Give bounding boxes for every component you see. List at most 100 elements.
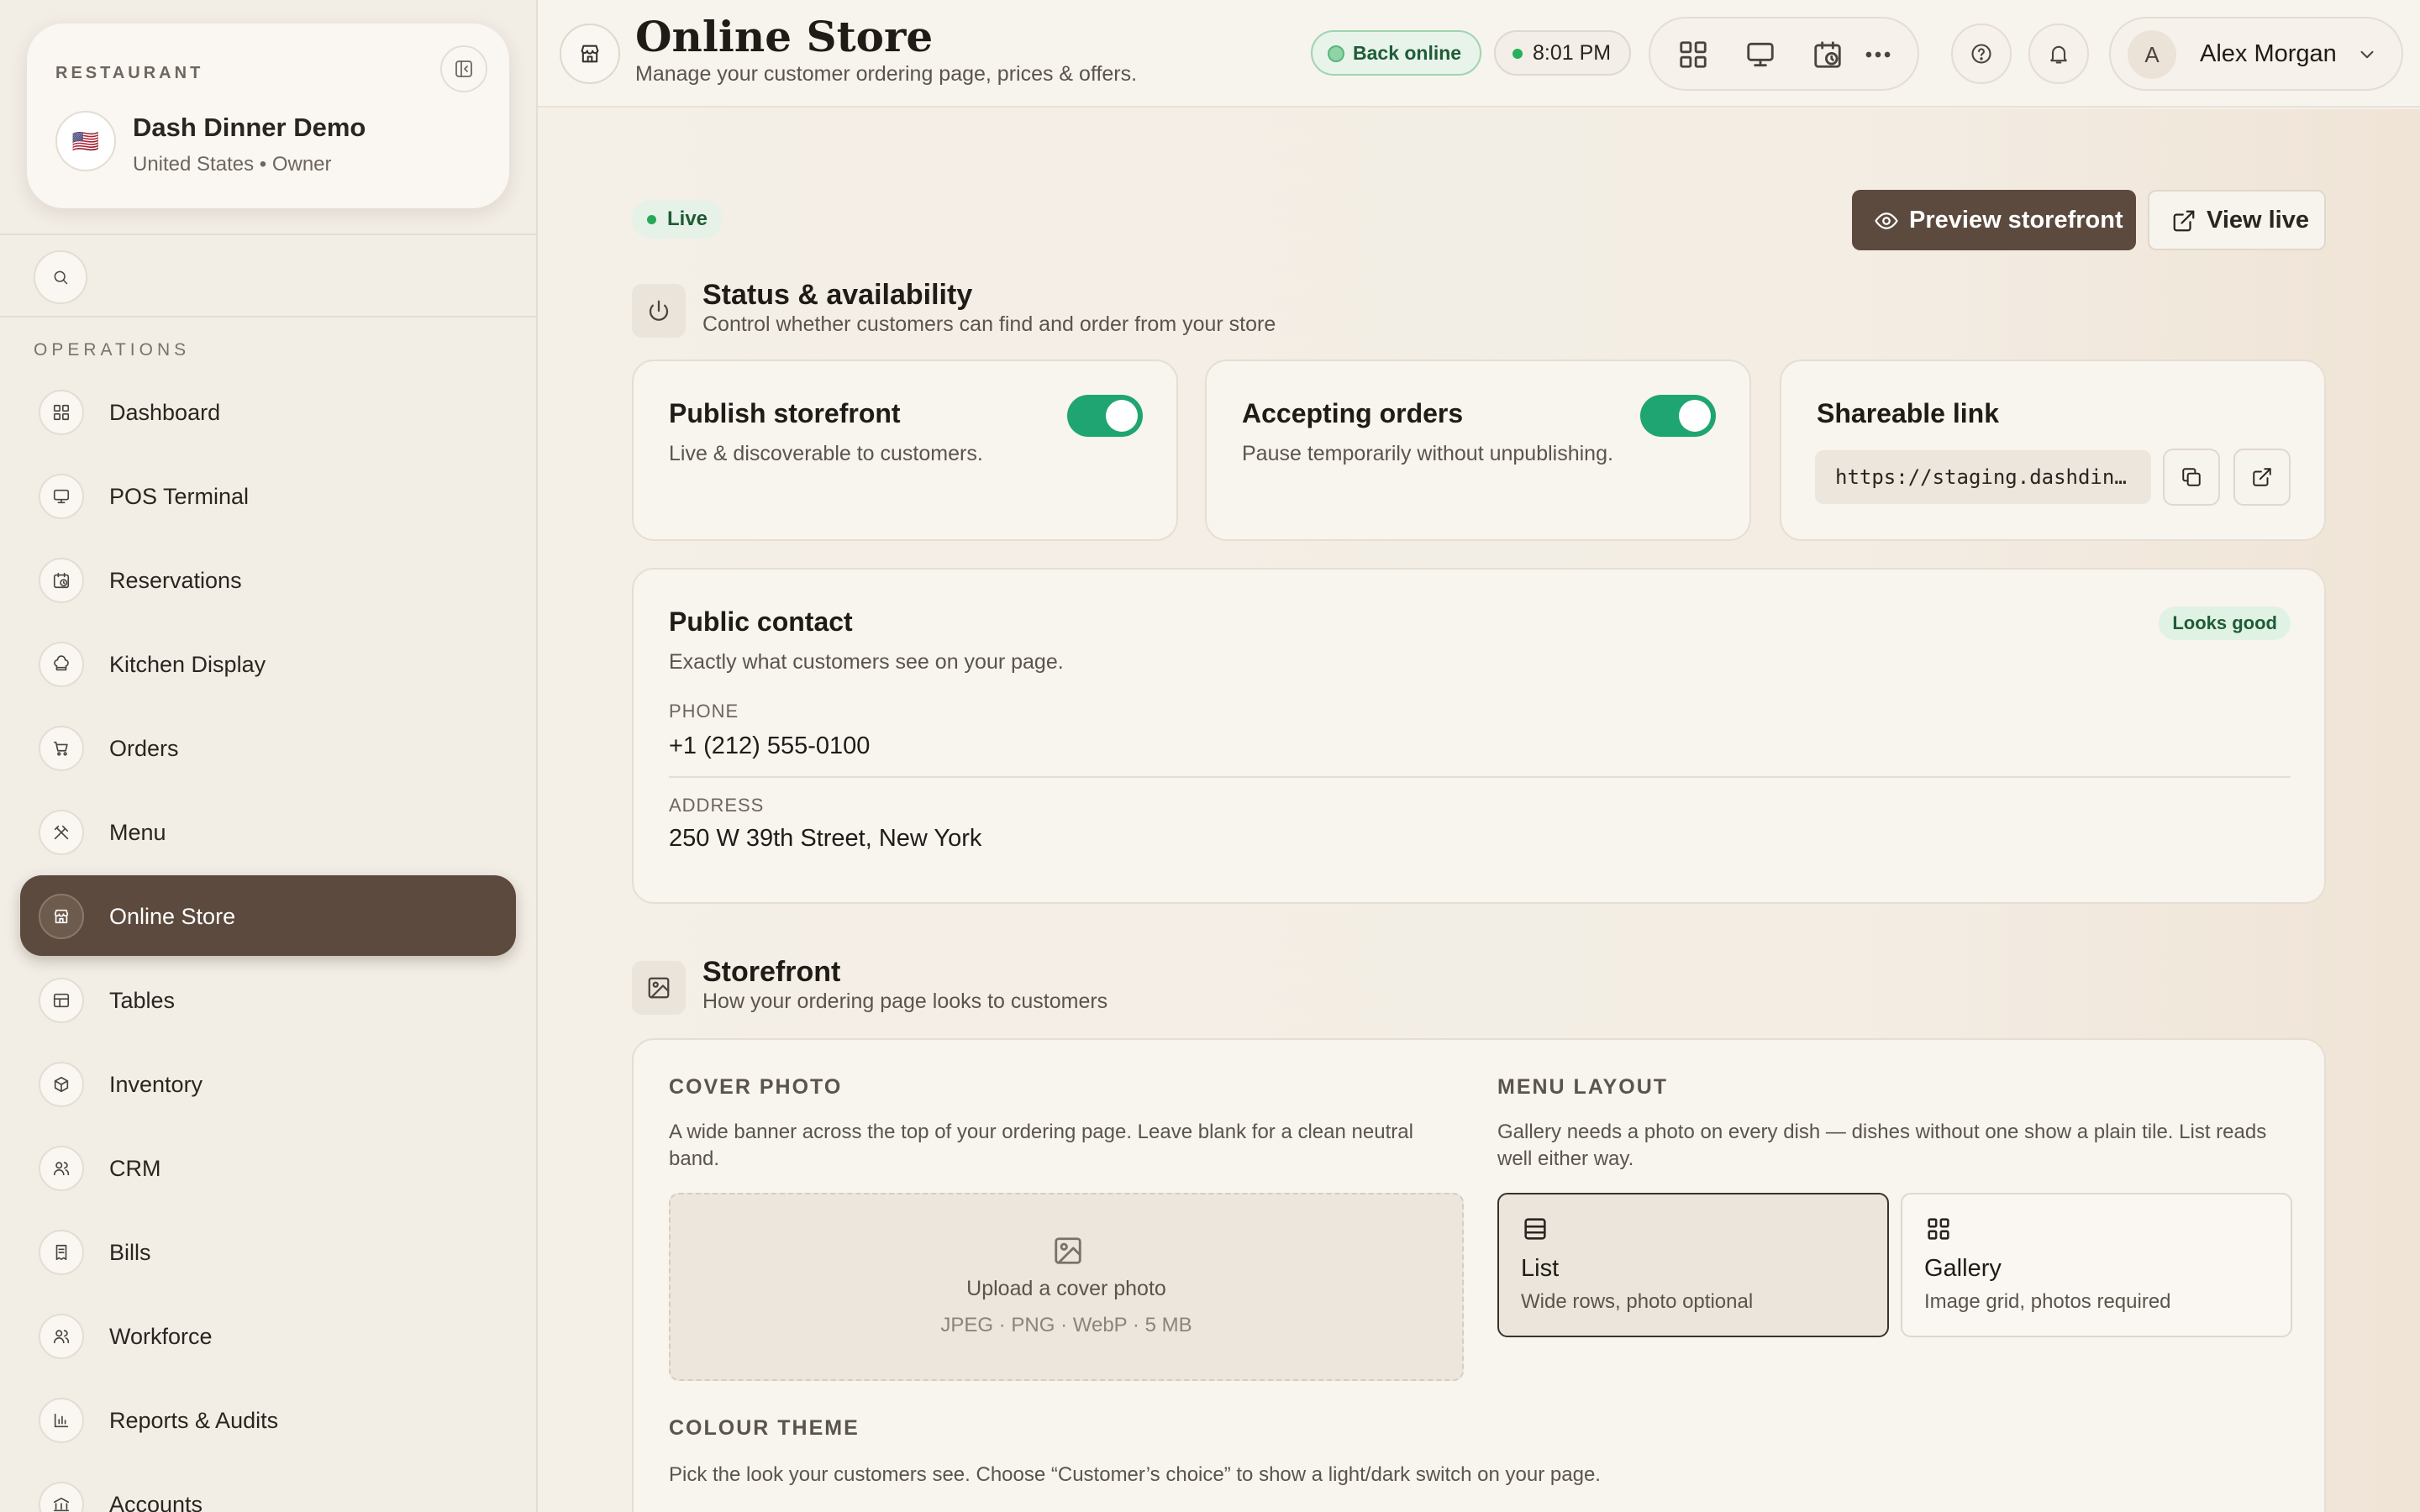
accepting-orders-desc: Pause temporarily without unpublishing. — [1242, 442, 1613, 465]
sidebar-item-pos-terminal[interactable]: POS Terminal — [20, 455, 516, 536]
cover-photo-desc: A wide banner across the top of your ord… — [669, 1121, 1413, 1170]
main-content: Live Preview storefront View live Status… — [539, 109, 2420, 1512]
help-icon[interactable] — [1951, 24, 2012, 84]
sidebar-item-kitchen-display[interactable]: Kitchen Display — [20, 623, 516, 704]
section-subtitle-status: Control whether customers can find and o… — [702, 312, 1276, 336]
divider — [669, 776, 2291, 778]
grid-icon[interactable] — [1677, 39, 1709, 71]
sidebar-item-dashboard[interactable]: Dashboard — [20, 371, 516, 452]
monitor-icon[interactable] — [1744, 39, 1776, 71]
sidebar-item-label: Reports & Audits — [109, 1408, 279, 1433]
layout-option-list[interactable]: List Wide rows, photo optional — [1497, 1193, 1889, 1337]
sidebar-item-tables[interactable]: Tables — [20, 959, 516, 1040]
receipt-icon — [39, 1230, 84, 1275]
sidebar-item-reports-audits[interactable]: Reports & Audits — [20, 1379, 516, 1460]
toggle-knob — [1106, 400, 1138, 432]
collapse-sidebar-icon[interactable] — [440, 45, 487, 92]
calendar-clock-icon[interactable] — [1812, 39, 1844, 71]
public-contact-title: Public contact — [669, 606, 853, 637]
power-icon — [632, 284, 686, 338]
live-status-badge: Live — [632, 200, 723, 239]
divider — [0, 316, 538, 318]
restaurant-name: Dash Dinner Demo — [133, 113, 366, 142]
sidebar-item-label: Kitchen Display — [109, 652, 266, 677]
toggle-knob — [1679, 400, 1711, 432]
page-subtitle: Manage your customer ordering page, pric… — [635, 62, 1138, 86]
user-name: Alex Morgan — [2200, 40, 2337, 67]
sidebar-item-label: Reservations — [109, 568, 242, 593]
layout-option-desc: Wide rows, photo optional — [1521, 1290, 1754, 1313]
connection-status-badge: Back online — [1311, 30, 1482, 76]
sidebar-item-label: CRM — [109, 1156, 161, 1181]
sidebar-item-label: Accounts — [109, 1492, 203, 1512]
store-icon — [560, 24, 620, 84]
bar-chart-icon — [39, 1398, 84, 1443]
preview-storefront-button[interactable]: Preview storefront — [1852, 190, 2136, 250]
restaurant-card[interactable]: RESTAURANT 🇺🇸 Dash Dinner Demo United St… — [27, 24, 509, 208]
view-live-label: View live — [2207, 207, 2309, 234]
chef-hat-icon — [39, 642, 84, 687]
layout-option-gallery[interactable]: Gallery Image grid, photos required — [1901, 1193, 2292, 1337]
sidebar-item-accounts[interactable]: Accounts — [20, 1463, 516, 1512]
sidebar-item-workforce[interactable]: Workforce — [20, 1295, 516, 1376]
sidebar-item-label: Online Store — [109, 904, 236, 929]
external-link-icon — [2171, 208, 2196, 234]
search-icon[interactable] — [34, 250, 87, 304]
copy-icon[interactable] — [2163, 449, 2220, 506]
sidebar-item-orders[interactable]: Orders — [20, 707, 516, 788]
shareable-link-field[interactable]: https://staging.dashdin… — [1815, 450, 2151, 504]
chevron-down-icon — [2356, 44, 2378, 66]
public-contact-desc: Exactly what customers see on your page. — [669, 650, 1064, 674]
sidebar-item-label: Dashboard — [109, 400, 221, 425]
users-icon — [39, 1146, 84, 1191]
section-label-operations: OPERATIONS — [34, 340, 191, 360]
public-contact-card: Public contact Exactly what customers se… — [632, 568, 2326, 904]
sidebar-item-reservations[interactable]: Reservations — [20, 539, 516, 620]
accepting-orders-toggle[interactable] — [1640, 395, 1716, 437]
accepting-orders-card: Accepting orders Pause temporarily witho… — [1205, 360, 1751, 541]
sidebar-item-crm[interactable]: CRM — [20, 1127, 516, 1208]
connection-status-text: Back online — [1353, 42, 1462, 64]
storefront-settings-card: COVER PHOTO A wide banner across the top… — [632, 1038, 2326, 1512]
address-label: ADDRESS — [669, 795, 765, 816]
external-link-icon[interactable] — [2233, 449, 2291, 506]
accepting-orders-title: Accepting orders — [1242, 398, 1464, 428]
publish-storefront-desc: Live & discoverable to customers. — [669, 442, 983, 465]
store-icon — [39, 894, 84, 939]
sidebar-item-bills[interactable]: Bills — [20, 1211, 516, 1292]
sidebar-item-label: Menu — [109, 820, 166, 845]
list-icon — [1521, 1215, 1549, 1243]
sidebar-item-menu[interactable]: Menu — [20, 791, 516, 872]
restaurant-label: RESTAURANT — [55, 64, 204, 82]
live-status-text: Live — [667, 207, 708, 230]
cover-photo-label: COVER PHOTO — [669, 1075, 843, 1099]
layout-option-title: List — [1521, 1255, 1560, 1282]
cover-photo-dropzone[interactable]: Upload a cover photo JPEG · PNG · WebP ·… — [669, 1193, 1464, 1381]
clock-badge: 8:01 PM — [1494, 30, 1632, 76]
bell-icon[interactable] — [2028, 24, 2089, 84]
avatar: A — [2128, 30, 2176, 79]
sidebar-item-online-store[interactable]: Online Store — [20, 875, 516, 956]
eye-icon — [1874, 208, 1899, 234]
user-menu-button[interactable]: A Alex Morgan — [2109, 17, 2403, 91]
sidebar-item-label: POS Terminal — [109, 484, 250, 509]
section-subtitle-storefront: How your ordering page looks to customer… — [702, 990, 1108, 1013]
layout-option-title: Gallery — [1924, 1255, 2002, 1282]
cart-icon — [39, 726, 84, 771]
publish-storefront-toggle[interactable] — [1067, 395, 1143, 437]
view-live-button[interactable]: View live — [2148, 190, 2326, 250]
image-icon — [1052, 1235, 1084, 1267]
sidebar: RESTAURANT 🇺🇸 Dash Dinner Demo United St… — [0, 0, 538, 1512]
more-icon[interactable] — [1862, 39, 1894, 71]
colour-theme-label: COLOUR THEME — [669, 1416, 860, 1440]
quick-tools — [1649, 17, 1919, 91]
flag-icon: 🇺🇸 — [55, 111, 116, 171]
calendar-clock-icon — [39, 558, 84, 603]
utensils-icon — [39, 810, 84, 855]
sidebar-item-label: Inventory — [109, 1072, 203, 1097]
phone-label: PHONE — [669, 701, 739, 722]
clock-time: 8:01 PM — [1533, 41, 1612, 65]
top-header: Online Store Manage your customer orderi… — [538, 0, 2420, 108]
sidebar-item-inventory[interactable]: Inventory — [20, 1043, 516, 1124]
page-title: Online Store — [635, 12, 934, 61]
